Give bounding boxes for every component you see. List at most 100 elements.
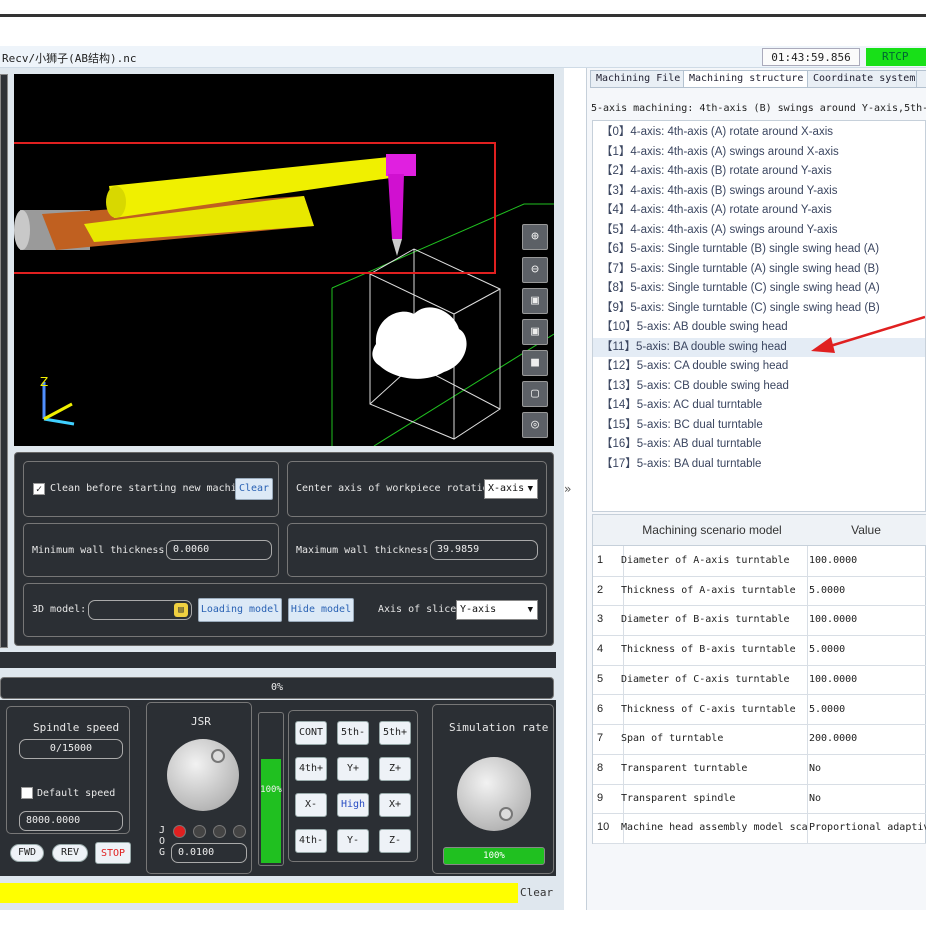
table-row[interactable]: 1 Diameter of A-axis turntable 100.0000 <box>593 546 926 577</box>
key-z-minus[interactable]: Z- <box>379 829 411 853</box>
feed-override-bar[interactable]: 100% <box>258 712 284 866</box>
zoom-in-icon[interactable]: ⊕ <box>522 224 548 250</box>
magenta-tool <box>388 174 404 239</box>
row-value[interactable]: 100.0000 <box>805 546 926 576</box>
table-row[interactable]: 7 Span of turntable 200.0000 <box>593 724 926 755</box>
table-row[interactable]: 8 Transparent turntable No <box>593 753 926 785</box>
center-axis-select[interactable]: X-axis ▼ <box>484 479 538 499</box>
table-row[interactable]: 3 Diameter of B-axis turntable 100.0000 <box>593 605 926 637</box>
tab-coordinate-system[interactable]: Coordinate system <box>807 70 922 88</box>
jog-letter-g: G <box>159 847 166 858</box>
fwd-button[interactable]: FWD <box>10 844 44 862</box>
list-item[interactable]: 【17】5-axis: BA dual turntable <box>601 455 761 475</box>
row-value[interactable]: Proportional adaptive <box>805 813 926 843</box>
list-item[interactable]: 【6】5-axis: Single turntable (B) single s… <box>601 240 879 260</box>
slice-axis-select[interactable]: Y-axis ▼ <box>456 600 538 620</box>
clean-checkbox[interactable]: ✓ <box>33 483 45 495</box>
stop-button[interactable]: STOP <box>95 842 131 864</box>
jog-step-led-2[interactable] <box>193 825 206 838</box>
view-front-icon[interactable]: ▣ <box>522 288 548 314</box>
jog-step-input[interactable]: 0.0100 <box>171 843 247 863</box>
row-value[interactable]: 100.0000 <box>805 605 926 635</box>
list-item[interactable]: 【4】4-axis: 4th-axis (A) rotate around Y-… <box>601 201 832 221</box>
key-4th-minus[interactable]: 4th- <box>295 829 327 853</box>
row-value[interactable]: 5.0000 <box>805 576 926 606</box>
structure-list[interactable]: 【0】4-axis: 4th-axis (A) rotate around X-… <box>592 120 926 512</box>
list-item[interactable]: 【14】5-axis: AC dual turntable <box>601 396 762 416</box>
list-item[interactable]: 【0】4-axis: 4th-axis (A) rotate around X-… <box>601 123 833 143</box>
rtcp-indicator[interactable]: RTCP on <box>866 48 926 81</box>
folder-icon[interactable]: ▤ <box>174 603 188 617</box>
row-value[interactable]: No <box>805 754 926 784</box>
slice-params-panel: ✓ Clean before starting new machin Clear… <box>14 452 554 646</box>
list-item[interactable]: 【16】5-axis: AB dual turntable <box>601 435 761 455</box>
tab-machining-structure[interactable]: Machining structure <box>683 70 810 88</box>
jog-step-led-1[interactable] <box>173 825 186 838</box>
view-iso-icon[interactable]: ▢ <box>522 381 548 407</box>
zoom-out-icon[interactable]: ⊖ <box>522 257 548 283</box>
jog-step-led-4[interactable] <box>233 825 246 838</box>
jog-step-led-3[interactable] <box>213 825 226 838</box>
grey-cylinder-face <box>14 210 30 250</box>
key-z-plus[interactable]: Z+ <box>379 757 411 781</box>
progress-strip <box>0 652 556 668</box>
list-item[interactable]: 【7】5-axis: Single turntable (A) single s… <box>601 260 879 280</box>
list-item[interactable]: 【5】4-axis: 4th-axis (A) swings around Y-… <box>601 221 838 241</box>
row-value[interactable]: 5.0000 <box>805 635 926 665</box>
key-4th-plus[interactable]: 4th+ <box>295 757 327 781</box>
simulation-rate-value: 100% <box>443 847 545 865</box>
view-side-icon[interactable]: ▣ <box>522 319 548 345</box>
list-item[interactable]: 【8】5-axis: Single turntable (C) single s… <box>601 279 880 299</box>
model-label: 3D model: <box>32 604 87 615</box>
view-top-icon[interactable]: ■ <box>522 350 548 376</box>
spindle-speed-value[interactable]: 0/15000 <box>19 739 123 759</box>
list-item[interactable]: 【2】4-axis: 4th-axis (B) rotate around Y-… <box>601 162 832 182</box>
row-value[interactable]: No <box>805 784 926 814</box>
viewport-scene[interactable]: Z <box>14 74 554 446</box>
list-item[interactable]: 【15】5-axis: BC dual turntable <box>601 416 763 436</box>
min-wall-input[interactable]: 0.0060 <box>166 540 272 560</box>
row-value[interactable]: 200.0000 <box>805 724 926 754</box>
key-cont[interactable]: CONT <box>295 721 327 745</box>
list-item[interactable]: 【1】4-axis: 4th-axis (A) swings around X-… <box>601 143 839 163</box>
row-value[interactable]: 5.0000 <box>805 695 926 725</box>
rev-button[interactable]: REV <box>52 844 88 862</box>
collapse-toggle-icon[interactable]: » <box>564 482 571 496</box>
table-row[interactable]: 9 Transparent spindle No <box>593 783 926 815</box>
key-high[interactable]: High <box>337 793 369 817</box>
row-name: Diameter of C-axis turntable <box>619 664 808 695</box>
tab-overflow[interactable] <box>916 70 926 88</box>
key-y-plus[interactable]: Y+ <box>337 757 369 781</box>
key-5th-minus[interactable]: 5th- <box>337 721 369 745</box>
list-item[interactable]: 【3】4-axis: 4th-axis (B) swings around Y-… <box>601 182 838 202</box>
list-item[interactable]: 【12】5-axis: CA double swing head <box>601 357 788 377</box>
simulation-rate-dial[interactable] <box>457 757 531 831</box>
table-row[interactable]: 2 Thickness of A-axis turntable 5.0000 <box>593 575 926 607</box>
reset-view-icon[interactable]: ◎ <box>522 412 548 438</box>
default-speed-checkbox[interactable] <box>21 787 33 799</box>
table-row[interactable]: 4 Thickness of B-axis turntable 5.0000 <box>593 635 926 666</box>
jsr-dial[interactable] <box>167 739 239 811</box>
key-x-plus[interactable]: X+ <box>379 793 411 817</box>
key-x-minus[interactable]: X- <box>295 793 327 817</box>
clear-button[interactable]: Clear <box>235 478 273 500</box>
default-speed-input[interactable]: 8000.0000 <box>19 811 123 831</box>
key-y-minus[interactable]: Y- <box>337 829 369 853</box>
loading-model-button[interactable]: Loading model <box>198 598 282 622</box>
wireframe-edge <box>453 288 501 315</box>
clear-status-button[interactable]: Clear <box>520 886 553 899</box>
table-row[interactable]: 6 Thickness of C-axis turntable 5.0000 <box>593 694 926 726</box>
tab-machining-file[interactable]: Machining File <box>590 70 687 88</box>
table-row[interactable]: 5 Diameter of C-axis turntable 100.0000 <box>593 664 926 696</box>
model-group: 3D model: ▤ Loading model Hide model Axi… <box>23 583 547 637</box>
3d-viewport[interactable]: Z ⊕ ⊖ ▣ ▣ ■ ▢ ◎ <box>14 74 554 446</box>
table-row[interactable]: 10 Machine head assembly model scale Pro… <box>593 813 926 844</box>
key-5th-plus[interactable]: 5th+ <box>379 721 411 745</box>
list-item[interactable]: 【13】5-axis: CB double swing head <box>601 377 789 397</box>
max-wall-input[interactable]: 39.9859 <box>430 540 538 560</box>
list-item[interactable]: 【10】5-axis: AB double swing head <box>601 318 788 338</box>
slice-axis-label: Axis of slice <box>378 604 457 615</box>
hide-model-button[interactable]: Hide model <box>288 598 354 622</box>
table-header-index <box>593 515 620 546</box>
row-value[interactable]: 100.0000 <box>805 665 926 695</box>
